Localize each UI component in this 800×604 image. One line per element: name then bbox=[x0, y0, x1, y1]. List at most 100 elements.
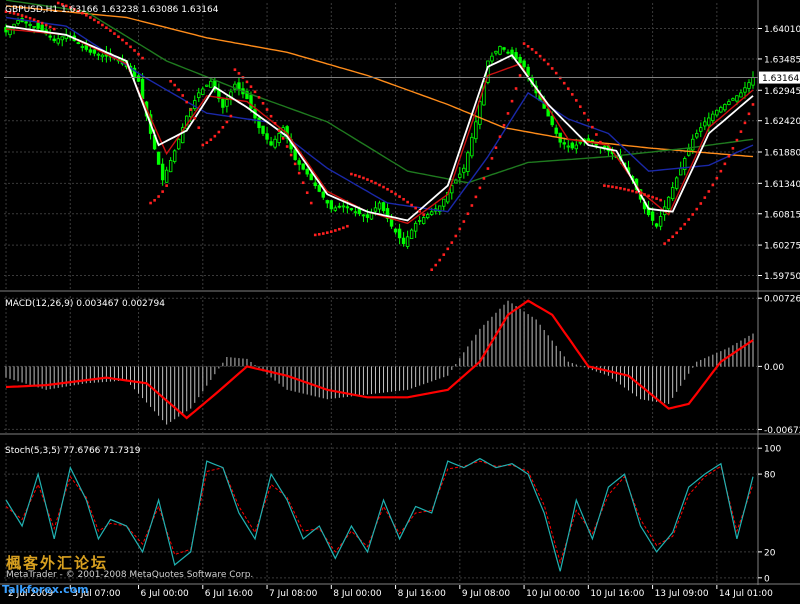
sar-dot bbox=[338, 227, 341, 231]
price-axis-tick-label: 1.64010 bbox=[764, 25, 800, 35]
candle bbox=[241, 81, 245, 99]
sar-dot bbox=[281, 137, 285, 140]
candle-body bbox=[421, 217, 426, 224]
candle bbox=[237, 77, 241, 96]
candle bbox=[417, 216, 422, 225]
sar-dot bbox=[579, 105, 582, 108]
sar-dot bbox=[213, 134, 217, 138]
candle bbox=[205, 84, 209, 87]
candle-body bbox=[168, 160, 173, 173]
candle-body bbox=[425, 214, 430, 219]
candle-body bbox=[84, 45, 89, 50]
macd-pane-title: MACD(12,26,9) 0.003467 0.002794 bbox=[5, 299, 165, 309]
sar-dot bbox=[24, 15, 28, 19]
candle bbox=[470, 132, 474, 159]
stoch-axis-tick-label: 100 bbox=[764, 445, 781, 455]
sar-dot bbox=[651, 195, 654, 199]
candle-body bbox=[554, 127, 558, 134]
candle-body bbox=[52, 38, 56, 42]
candle bbox=[486, 60, 490, 85]
candle-body bbox=[498, 46, 502, 55]
sar-dot bbox=[402, 197, 405, 201]
candle bbox=[8, 26, 12, 38]
candle bbox=[353, 206, 358, 217]
candle-body bbox=[24, 21, 28, 24]
sar-dot bbox=[538, 54, 542, 58]
watermark-site-text: Talkforex.com bbox=[2, 583, 89, 596]
candle bbox=[674, 176, 679, 191]
sar-dot bbox=[157, 195, 160, 198]
candle bbox=[325, 199, 329, 209]
sar-dot bbox=[494, 146, 498, 150]
watermark-copyright-text: MetaTrader - © 2001-2008 MetaQuotes Soft… bbox=[6, 570, 254, 580]
candle bbox=[297, 157, 301, 171]
candle bbox=[401, 232, 406, 247]
candle-body bbox=[261, 125, 265, 134]
candle bbox=[361, 213, 366, 222]
price-axis-tick-label: 1.60815 bbox=[764, 210, 800, 220]
sar-dot bbox=[378, 183, 381, 187]
sar-dot bbox=[374, 181, 377, 185]
sar-dot bbox=[727, 154, 731, 158]
candle-body bbox=[305, 168, 309, 175]
sar-dot bbox=[707, 190, 711, 193]
candle bbox=[751, 71, 755, 89]
sar-dot bbox=[474, 195, 478, 199]
sar-dot bbox=[181, 94, 185, 97]
sar-dot bbox=[394, 192, 397, 196]
candle bbox=[474, 115, 478, 143]
candle-body bbox=[361, 214, 366, 217]
candle bbox=[193, 95, 197, 112]
sar-dot bbox=[438, 258, 442, 262]
candle-body bbox=[257, 117, 261, 129]
sar-dot bbox=[687, 218, 691, 221]
sar-dot bbox=[225, 120, 229, 124]
sar-dot bbox=[550, 67, 554, 70]
candle bbox=[413, 220, 418, 238]
candle-body bbox=[502, 47, 506, 50]
candle-body bbox=[273, 138, 277, 148]
candle-body bbox=[518, 56, 522, 64]
sar-dot bbox=[362, 176, 365, 180]
candle bbox=[52, 35, 56, 43]
sar-dot bbox=[153, 199, 156, 202]
candle-body bbox=[723, 104, 727, 111]
sar-dot bbox=[607, 184, 610, 188]
sar-dot bbox=[97, 21, 100, 24]
main-pane-title: GBPUSD,H1 1.63166 1.63238 1.63086 1.6316… bbox=[5, 5, 219, 15]
candle-body bbox=[237, 82, 241, 90]
sar-dot bbox=[595, 133, 598, 136]
candle bbox=[670, 182, 675, 202]
sar-dot bbox=[277, 129, 281, 132]
sar-dot bbox=[285, 145, 289, 148]
sar-dot bbox=[321, 232, 325, 235]
candle bbox=[727, 99, 731, 106]
candle-body bbox=[365, 214, 370, 218]
candle-body bbox=[727, 101, 731, 105]
sar-dot bbox=[177, 88, 180, 92]
sar-dot bbox=[522, 42, 526, 45]
sar-dot bbox=[305, 191, 309, 194]
candle bbox=[176, 138, 181, 150]
sar-dot bbox=[743, 121, 747, 125]
candle-body bbox=[100, 54, 105, 58]
candle bbox=[369, 208, 374, 220]
sar-dot bbox=[261, 101, 265, 105]
candle-body bbox=[695, 133, 699, 138]
sar-dot bbox=[526, 45, 530, 48]
candle-body bbox=[373, 207, 378, 212]
sar-dot bbox=[534, 51, 538, 54]
candle bbox=[337, 202, 342, 209]
time-axis-label: 8 Jul 00:00 bbox=[333, 589, 382, 599]
sar-dot bbox=[482, 177, 486, 180]
sar-dot bbox=[237, 72, 241, 75]
candle-body bbox=[711, 113, 715, 122]
candle bbox=[502, 46, 506, 52]
price-axis-tick-label: 1.60275 bbox=[764, 242, 800, 252]
candle-body bbox=[277, 133, 281, 143]
candle-body bbox=[309, 173, 313, 181]
candle bbox=[731, 97, 735, 101]
candle bbox=[397, 223, 402, 245]
sar-dot bbox=[450, 241, 454, 244]
candle-body bbox=[317, 184, 321, 192]
